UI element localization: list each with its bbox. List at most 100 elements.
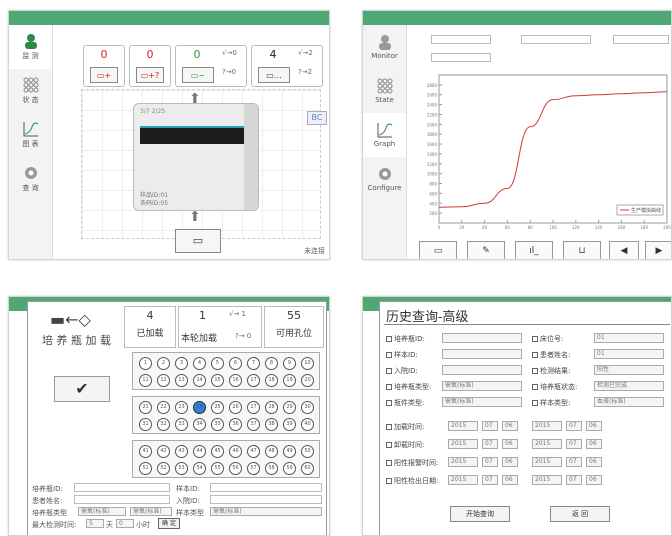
hours-input[interactable]: 0 xyxy=(116,519,134,528)
well-slot[interactable]: 13 xyxy=(175,374,188,387)
well-slot[interactable]: 1 xyxy=(139,357,152,370)
ok-button[interactable]: 确 定 xyxy=(158,518,180,529)
well-slot[interactable]: 25 xyxy=(211,401,224,414)
well-slot[interactable]: 43 xyxy=(175,445,188,458)
date-input[interactable]: 2015 xyxy=(448,475,478,485)
well-slot[interactable]: 33 xyxy=(175,418,188,431)
date-input[interactable]: 2015 xyxy=(532,457,562,467)
checkbox[interactable] xyxy=(386,384,392,390)
sidebar-item-graph[interactable]: 图 表 xyxy=(9,113,52,157)
well-slot[interactable]: 56 xyxy=(229,462,242,475)
prev-button[interactable]: ◀ xyxy=(609,241,639,259)
well-slot[interactable]: 3 xyxy=(175,357,188,370)
well-slot[interactable]: 23 xyxy=(175,401,188,414)
counter-add[interactable]: 0 ▭+ xyxy=(83,45,125,87)
date-input[interactable]: 07 xyxy=(566,457,582,467)
well-slot[interactable]: 59 xyxy=(283,462,296,475)
checkbox[interactable] xyxy=(386,478,392,484)
well-slot[interactable]: 18 xyxy=(265,374,278,387)
well-slot[interactable]: 51 xyxy=(139,462,152,475)
well-slot[interactable]: 46 xyxy=(229,445,242,458)
sidebar-item-graph[interactable]: Graph xyxy=(363,113,406,157)
date-input[interactable]: 07 xyxy=(566,439,582,449)
well-slot[interactable]: 52 xyxy=(157,462,170,475)
date-input[interactable]: 2015 xyxy=(532,475,562,485)
well-slot[interactable]: 12 xyxy=(157,374,170,387)
sample-type-select[interactable]: 需氧(标准) xyxy=(210,507,322,516)
date-input[interactable]: 2015 xyxy=(448,457,478,467)
well-slot[interactable]: 20 xyxy=(301,374,314,387)
counter-total[interactable]: 4 √→2 ?→2 ▭… xyxy=(251,45,323,87)
well-slot[interactable]: 15 xyxy=(211,374,224,387)
patient-name-field[interactable] xyxy=(74,495,170,504)
sidebar-item-state[interactable]: State xyxy=(363,69,406,113)
date-input[interactable]: 2015 xyxy=(532,439,562,449)
bottle-id-field[interactable] xyxy=(74,483,170,492)
search-button[interactable]: 开始查询 xyxy=(450,506,510,522)
well-slot[interactable]: 36 xyxy=(229,418,242,431)
well-slot[interactable]: 27 xyxy=(247,401,260,414)
date-input[interactable]: 06 xyxy=(586,421,602,431)
well-slot[interactable]: 50 xyxy=(301,445,314,458)
date-input[interactable]: 07 xyxy=(482,475,498,485)
checkbox[interactable] xyxy=(386,336,392,342)
well-slot[interactable]: 49 xyxy=(283,445,296,458)
well-slot[interactable]: 8 xyxy=(265,357,278,370)
well-slot[interactable]: 10 xyxy=(301,357,314,370)
sidebar-item-monitor[interactable]: 监 测 xyxy=(9,25,52,69)
well-slot[interactable]: 21 xyxy=(139,401,152,414)
checkbox[interactable] xyxy=(532,368,538,374)
query-field-right[interactable]: 01 xyxy=(594,333,664,343)
well-slot[interactable]: 42 xyxy=(157,445,170,458)
well-slot[interactable]: 31 xyxy=(139,418,152,431)
bottle-view-button[interactable]: ▭ xyxy=(419,241,457,259)
date-input[interactable]: 2015 xyxy=(532,421,562,431)
remove-bottle-button[interactable]: ▭− xyxy=(182,67,214,83)
counter-add-unknown[interactable]: 0 ▭+? xyxy=(129,45,171,87)
query-field-right[interactable]: 血液(标准) xyxy=(594,397,664,407)
date-input[interactable]: 06 xyxy=(502,421,518,431)
info-field-1[interactable] xyxy=(431,35,491,44)
load-bottle-button[interactable]: ▭ xyxy=(175,229,221,253)
sample-id-field[interactable] xyxy=(210,483,322,492)
back-button[interactable]: 返 回 xyxy=(550,506,610,522)
well-slot[interactable]: 26 xyxy=(229,401,242,414)
well-slot[interactable]: 32 xyxy=(157,418,170,431)
instrument-drawer[interactable]: 3/7 2/25 样品ID:01 条码ID:05 xyxy=(133,103,259,211)
sidebar-item-monitor[interactable]: Monitor xyxy=(363,25,406,69)
well-slot[interactable]: 38 xyxy=(265,418,278,431)
checkbox[interactable] xyxy=(532,352,538,358)
well-slot[interactable]: 40 xyxy=(301,418,314,431)
well-slot[interactable]: 9 xyxy=(283,357,296,370)
edit-button[interactable]: ✎ xyxy=(467,241,505,259)
well-slot[interactable]: 60 xyxy=(301,462,314,475)
well-slot[interactable]: 6 xyxy=(229,357,242,370)
query-field-left[interactable]: 需氧(标准) xyxy=(442,381,522,391)
well-slot[interactable]: 48 xyxy=(265,445,278,458)
date-input[interactable]: 06 xyxy=(586,475,602,485)
query-field-right[interactable]: 01 xyxy=(594,349,664,359)
well-slot[interactable]: 11 xyxy=(139,374,152,387)
well-slot[interactable]: 7 xyxy=(247,357,260,370)
checkbox[interactable] xyxy=(386,352,392,358)
well-slot[interactable]: 55 xyxy=(211,462,224,475)
well-slot[interactable]: 41 xyxy=(139,445,152,458)
query-field-right[interactable]: 检测已完成 xyxy=(594,381,664,391)
query-field-left[interactable] xyxy=(442,349,522,359)
date-input[interactable]: 06 xyxy=(502,457,518,467)
next-button[interactable]: ▶ xyxy=(645,241,671,259)
checkbox[interactable] xyxy=(532,400,538,406)
date-input[interactable]: 06 xyxy=(586,439,602,449)
well-slot[interactable]: 29 xyxy=(283,401,296,414)
date-input[interactable]: 07 xyxy=(482,421,498,431)
well-slot[interactable]: 24 xyxy=(193,401,206,414)
bar-view-button[interactable]: ıl_ xyxy=(515,241,553,259)
info-field-4[interactable] xyxy=(431,53,491,62)
well-slot[interactable]: 39 xyxy=(283,418,296,431)
well-slot[interactable]: 19 xyxy=(283,374,296,387)
query-field-left[interactable]: 需氧(标准) xyxy=(442,397,522,407)
sidebar-item-query[interactable]: 查 询 xyxy=(9,157,52,201)
well-slot[interactable]: 16 xyxy=(229,374,242,387)
bottle-list-button[interactable]: ▭… xyxy=(258,67,290,83)
well-slot[interactable]: 4 xyxy=(193,357,206,370)
